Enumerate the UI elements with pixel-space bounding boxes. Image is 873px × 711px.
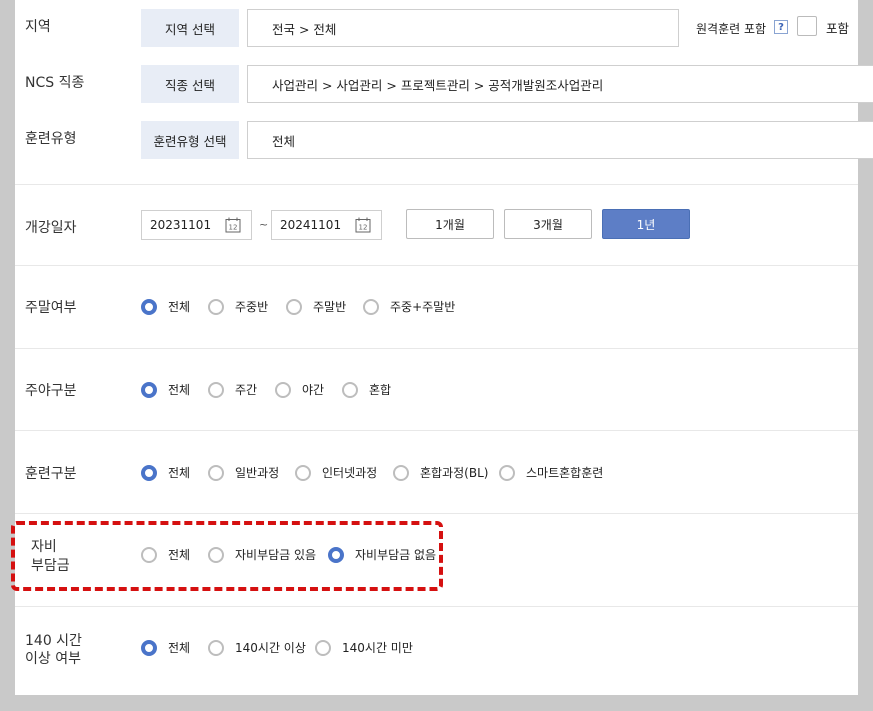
calendar-icon[interactable]: 12 [355,217,371,233]
weekend-option-all[interactable]: 전체 [141,298,190,315]
radio-button[interactable] [286,298,302,315]
remote-include-checkbox[interactable] [797,16,817,36]
daynight-option-night[interactable]: 야간 [275,381,324,398]
radio-button[interactable] [208,298,224,315]
date-range-separator: ~ [259,218,269,231]
option-label: 전체 [168,641,191,655]
period-1month-button[interactable]: 1개월 [406,209,494,239]
region-row: 지역 지역 선택 전국 > 전체 원격훈련 포함 ? 포함 [15,0,858,58]
ncs-value-field[interactable]: 사업관리 > 사업관리 > 프로젝트관리 > 공적개발원조사업관리 [247,65,873,103]
over140-label: 140 시간이상 여부 [25,632,82,668]
period-1year-button[interactable]: 1년 [602,209,690,239]
over140-option-over[interactable]: 140시간 이상 [208,639,306,656]
help-icon[interactable]: ? [774,20,788,34]
training-div-option-all[interactable]: 전체 [141,464,190,481]
option-label: 140시간 미만 [342,641,413,655]
weekend-label: 주말여부 [25,300,77,316]
training-div-option-blended[interactable]: 혼합과정(BL) [393,464,488,481]
daynight-option-mixed[interactable]: 혼합 [342,381,391,398]
region-select-button[interactable]: 지역 선택 [141,9,239,47]
option-label: 140시간 이상 [235,641,306,655]
training-type-row: 훈련유형 훈련유형 선택 전체 [15,114,873,185]
start-date-to-input[interactable]: 20241101 12 [271,210,382,240]
training-div-option-smart[interactable]: 스마트혼합훈련 [499,464,603,481]
ncs-label: NCS 직종 [25,75,85,91]
training-div-row: 훈련구분 전체 일반과정 인터넷과정 혼합과정(BL) 스마트혼합훈련 [15,431,858,514]
ncs-row: NCS 직종 직종 선택 사업관리 > 사업관리 > 프로젝트관리 > 공적개발… [15,58,873,114]
option-label: 인터넷과정 [322,466,378,480]
radio-button[interactable] [315,639,331,656]
radio-button[interactable] [141,298,157,315]
period-3month-button[interactable]: 3개월 [504,209,592,239]
radio-button[interactable] [141,381,157,398]
training-type-label: 훈련유형 [25,131,77,147]
start-date-to-value: 20241101 [280,218,342,232]
calendar-icon[interactable]: 12 [225,217,241,233]
option-label: 주말반 [313,300,347,314]
radio-button[interactable] [208,464,224,481]
weekend-row: 주말여부 전체 주중반 주말반 주중+주말반 [15,266,858,349]
remote-training-label: 원격훈련 포함 [696,22,767,36]
radio-button[interactable] [363,298,379,315]
radio-button[interactable] [208,639,224,656]
training-type-value-field[interactable]: 전체 [247,121,873,159]
daynight-option-all[interactable]: 전체 [141,381,190,398]
training-div-option-internet[interactable]: 인터넷과정 [295,464,377,481]
over140-label-line1: 140 시간 [25,633,82,649]
over140-label-line2: 이상 여부 [25,651,81,667]
daynight-row: 주야구분 전체 주간 야간 혼합 [15,349,858,431]
start-date-from-value: 20231101 [150,218,212,232]
radio-button[interactable] [342,381,358,398]
radio-button[interactable] [141,639,157,656]
radio-button[interactable] [295,464,311,481]
calendar-icon-day: 12 [359,224,368,232]
option-label: 혼합 [369,383,392,397]
daynight-label: 주야구분 [25,383,77,399]
training-div-label: 훈련구분 [25,466,77,482]
include-label: 포함 [826,21,850,36]
radio-button[interactable] [275,381,291,398]
radio-button[interactable] [141,464,157,481]
region-value-field[interactable]: 전국 > 전체 [247,9,679,47]
over140-option-all[interactable]: 전체 [141,639,190,656]
option-label: 주간 [235,383,258,397]
start-date-label: 개강일자 [25,220,77,236]
weekend-option-weekday[interactable]: 주중반 [208,298,268,315]
calendar-icon-day: 12 [229,224,238,232]
over140-row: 140 시간이상 여부 전체 140시간 이상 140시간 미만 [15,607,858,695]
start-date-from-input[interactable]: 20231101 12 [141,210,252,240]
option-label: 일반과정 [235,466,280,480]
option-label: 전체 [168,300,191,314]
ncs-select-button[interactable]: 직종 선택 [141,65,239,103]
radio-button[interactable] [393,464,409,481]
option-label: 전체 [168,383,191,397]
option-label: 전체 [168,466,191,480]
region-label: 지역 [25,19,51,35]
radio-button[interactable] [208,381,224,398]
weekend-option-weekend[interactable]: 주말반 [286,298,346,315]
training-div-option-general[interactable]: 일반과정 [208,464,279,481]
option-label: 주중반 [235,300,269,314]
option-label: 주중+주말반 [390,300,456,314]
weekend-option-both[interactable]: 주중+주말반 [363,298,455,315]
option-label: 혼합과정(BL) [420,466,489,480]
over140-option-under[interactable]: 140시간 미만 [315,639,413,656]
option-label: 스마트혼합훈련 [526,466,604,480]
training-type-select-button[interactable]: 훈련유형 선택 [141,121,239,159]
option-label: 야간 [302,383,325,397]
radio-button[interactable] [499,464,515,481]
daynight-option-day[interactable]: 주간 [208,381,257,398]
highlight-annotation-box [11,521,443,591]
